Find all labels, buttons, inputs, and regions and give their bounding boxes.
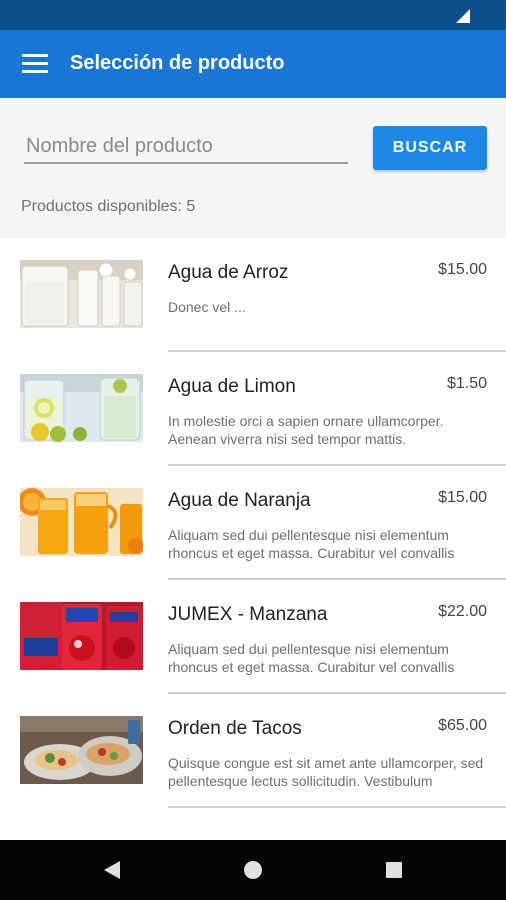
product-price: $22.00 <box>438 603 487 620</box>
product-name: JUMEX - Manzana <box>168 604 328 625</box>
system-navigation-bar <box>0 840 506 900</box>
list-item[interactable]: JUMEX - Manzana $22.00 Aliquam sed dui p… <box>0 580 506 694</box>
list-item[interactable]: Agua de Naranja $15.00 Aliquam sed dui p… <box>0 466 506 580</box>
product-name: Agua de Arroz <box>168 262 289 283</box>
product-price: $1.50 <box>446 375 487 392</box>
status-bar <box>0 0 506 30</box>
jumex-apple-can-image <box>20 602 143 670</box>
recent-apps-icon[interactable] <box>382 858 406 882</box>
orange-juice-image <box>20 488 143 556</box>
product-price: $15.00 <box>438 261 487 278</box>
product-name-input[interactable] <box>24 130 348 164</box>
product-price: $65.00 <box>438 717 487 734</box>
search-button[interactable]: BUSCAR <box>373 126 487 170</box>
product-description: Aliquam sed dui pellentesque nisi elemen… <box>168 641 455 675</box>
product-name: Agua de Naranja <box>168 490 311 511</box>
search-section: BUSCAR Productos disponibles: 5 <box>0 98 506 238</box>
available-products-count: Productos disponibles: 5 <box>21 198 196 215</box>
product-description: In molestie orci a sapien ornare ullamco… <box>168 413 444 447</box>
page-title: Selección de producto <box>70 52 285 74</box>
back-icon[interactable] <box>100 858 124 882</box>
list-item[interactable]: Agua de Limon $1.50 In molestie orci a s… <box>0 352 506 466</box>
home-icon[interactable] <box>241 858 265 882</box>
divider <box>168 806 506 808</box>
list-item[interactable]: Orden de Tacos $65.00 Quisque congue est… <box>0 694 506 808</box>
product-description: Quisque congue est sit amet ante ullamco… <box>168 755 484 789</box>
product-name: Orden de Tacos <box>168 718 302 739</box>
product-list: Agua de Arroz $15.00 Donec vel ... Agua … <box>0 238 506 840</box>
signal-icon <box>456 9 470 23</box>
product-description: Aliquam sed dui pellentesque nisi elemen… <box>168 527 455 561</box>
rice-water-drink-image <box>20 260 143 328</box>
app-bar: Selección de producto <box>0 30 506 98</box>
lemon-water-drink-image <box>20 374 143 442</box>
hamburger-menu-icon[interactable] <box>22 54 48 74</box>
product-price: $15.00 <box>438 489 487 506</box>
product-description: Donec vel ... <box>168 299 246 315</box>
list-item[interactable]: Agua de Arroz $15.00 Donec vel ... <box>0 238 506 352</box>
tacos-plate-image <box>20 716 143 784</box>
product-name: Agua de Limon <box>168 376 296 397</box>
